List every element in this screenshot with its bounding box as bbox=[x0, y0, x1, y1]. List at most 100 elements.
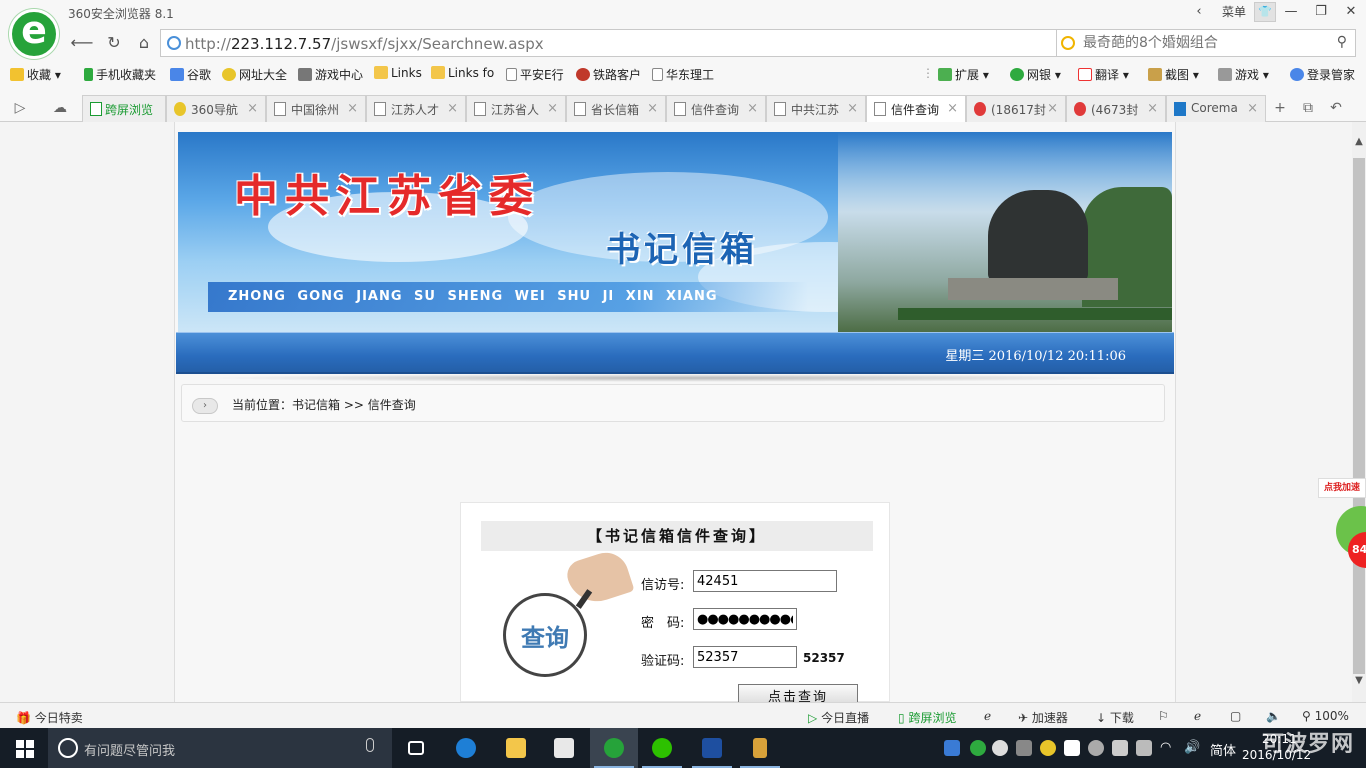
search-icon[interactable]: ⚲ bbox=[1337, 34, 1347, 50]
close-tab-icon[interactable]: × bbox=[347, 101, 358, 116]
bookmark-mobile[interactable]: 手机收藏夹 bbox=[84, 66, 156, 83]
tab-letter-query[interactable]: 信件查询 × bbox=[666, 95, 766, 122]
wifi-icon[interactable]: ◠ bbox=[1160, 740, 1176, 756]
accelerate-label[interactable]: 点我加速 bbox=[1318, 478, 1366, 498]
search-box[interactable]: ⚲ bbox=[1056, 29, 1356, 57]
toolbar-screenshot[interactable]: 截图 ▾ bbox=[1148, 66, 1199, 83]
close-tab-icon[interactable]: × bbox=[247, 101, 258, 116]
bookmark-links-fo[interactable]: Links fo bbox=[431, 66, 494, 80]
browser-mode-icon[interactable]: ℯ bbox=[1194, 709, 1201, 723]
scrollbar-thumb[interactable] bbox=[1353, 158, 1365, 674]
tab-weibo-2[interactable]: (4673封 × bbox=[1066, 95, 1166, 122]
tray-app-icon[interactable] bbox=[1016, 740, 1032, 756]
daily-sale-link[interactable]: 🎁 今日特卖 bbox=[16, 709, 83, 726]
vertical-scrollbar[interactable]: ▲ ▼ bbox=[1352, 122, 1366, 702]
start-button[interactable] bbox=[0, 728, 48, 768]
refresh-button[interactable]: ↻ bbox=[100, 29, 128, 57]
undo-close-icon[interactable]: ↶ bbox=[1324, 96, 1348, 120]
close-tab-icon[interactable]: × bbox=[1247, 101, 1258, 116]
store-app[interactable] bbox=[540, 728, 588, 768]
sidebar-toggle-icon[interactable]: ▷ bbox=[8, 96, 32, 120]
paint-app[interactable] bbox=[736, 728, 784, 768]
close-tab-icon[interactable]: × bbox=[447, 101, 458, 116]
maximize-button[interactable]: ❐ bbox=[1306, 1, 1336, 23]
tray-usb-icon[interactable] bbox=[1064, 740, 1080, 756]
speaker-icon[interactable]: 🔊 bbox=[1184, 740, 1200, 756]
flag-icon[interactable]: ⚐ bbox=[1158, 709, 1169, 723]
tab-letter-query-active[interactable]: 信件查询 × bbox=[866, 95, 966, 123]
close-tab-icon[interactable]: × bbox=[1047, 101, 1058, 116]
scroll-down-icon[interactable]: ▼ bbox=[1352, 675, 1366, 686]
tray-display-icon[interactable] bbox=[1112, 740, 1128, 756]
back-arrow-icon[interactable]: ‹ bbox=[1184, 1, 1214, 23]
toolbar-games[interactable]: 游戏 ▾ bbox=[1218, 66, 1269, 83]
scroll-up-icon[interactable]: ▲ bbox=[1352, 136, 1366, 147]
ie-mode-icon[interactable]: ℯ bbox=[984, 709, 991, 723]
tab-jiangsu-province[interactable]: 江苏省人 × bbox=[466, 95, 566, 122]
browser-logo-icon[interactable] bbox=[9, 8, 59, 59]
tray-shield-icon[interactable] bbox=[970, 740, 986, 756]
tray-360-icon[interactable] bbox=[1040, 740, 1056, 756]
tray-battery-icon[interactable] bbox=[1136, 740, 1152, 756]
tab-jiangsu-talent[interactable]: 江苏人才 × bbox=[366, 95, 466, 122]
toolbar-ebank[interactable]: 网银 ▾ bbox=[1010, 66, 1061, 83]
bookmark-web-directory[interactable]: 网址大全 bbox=[222, 66, 287, 83]
back-button[interactable]: ⟵ bbox=[68, 29, 96, 57]
bookmark-game-center[interactable]: 游戏中心 bbox=[298, 66, 363, 83]
cortana-search[interactable]: 有问题尽管问我 bbox=[48, 728, 392, 768]
window-icon[interactable]: ▢ bbox=[1230, 709, 1241, 723]
search-input[interactable] bbox=[1083, 34, 1323, 52]
close-tab-icon[interactable]: × bbox=[947, 101, 958, 116]
bookmark-links[interactable]: Links bbox=[374, 66, 422, 80]
tab-governor-mailbox[interactable]: 省长信箱 × bbox=[566, 95, 666, 122]
360-browser-app[interactable] bbox=[590, 728, 638, 768]
toolbar-translate[interactable]: 翻译 ▾ bbox=[1078, 66, 1129, 83]
tray-q-icon[interactable] bbox=[944, 740, 960, 756]
bookmark-pingan[interactable]: 平安E行 bbox=[506, 66, 564, 83]
bookmark-favorites[interactable]: 收藏 ▾ bbox=[10, 66, 61, 83]
file-explorer-app[interactable] bbox=[492, 728, 540, 768]
address-bar[interactable]: http://223.112.7.57/jswsxf/sjxx/Searchne… bbox=[160, 29, 1126, 57]
close-tab-icon[interactable]: × bbox=[747, 101, 758, 116]
download-link[interactable]: ↓ 下载 bbox=[1096, 709, 1134, 726]
cloud-icon[interactable]: ☁ bbox=[48, 96, 72, 120]
toolbar-login-manager[interactable]: 登录管家 bbox=[1290, 66, 1355, 83]
bookmark-railway[interactable]: 铁路客户 bbox=[576, 66, 641, 83]
tab-360-nav[interactable]: 360导航 × bbox=[166, 95, 266, 122]
tab-list-icon[interactable]: ⧉ bbox=[1296, 96, 1320, 120]
bookmark-ecust[interactable]: 华东理工 bbox=[652, 66, 714, 83]
task-view-button[interactable] bbox=[392, 728, 440, 768]
live-today-link[interactable]: ▷ 今日直播 bbox=[808, 709, 869, 726]
query-submit-button[interactable]: 点击查询 bbox=[738, 684, 858, 702]
tab-cross-screen[interactable]: 跨屏浏览 bbox=[82, 95, 166, 122]
new-tab-icon[interactable]: + bbox=[1268, 96, 1292, 120]
zoom-level[interactable]: ⚲ 100% bbox=[1302, 709, 1349, 723]
tab-xuzhou[interactable]: 中国徐州 × bbox=[266, 95, 366, 122]
search-engine-icon[interactable] bbox=[1061, 36, 1075, 50]
accelerate-widget[interactable]: 点我加速 84 bbox=[1318, 478, 1366, 578]
toolbar-extensions[interactable]: 扩展 ▾ bbox=[938, 66, 989, 83]
microphone-icon[interactable] bbox=[366, 738, 374, 752]
tray-wechat-icon[interactable] bbox=[992, 740, 1008, 756]
close-tab-icon[interactable]: × bbox=[647, 101, 658, 116]
volume-icon[interactable]: 🔈 bbox=[1266, 709, 1281, 723]
tray-globe-icon[interactable] bbox=[1088, 740, 1104, 756]
edge-app[interactable] bbox=[442, 728, 490, 768]
bookmark-google[interactable]: 谷歌 bbox=[170, 66, 211, 83]
close-tab-icon[interactable]: × bbox=[1147, 101, 1158, 116]
home-button[interactable]: ⌂ bbox=[130, 29, 158, 57]
close-tab-icon[interactable]: × bbox=[847, 101, 858, 116]
url-text[interactable]: http://223.112.7.57/jswsxf/sjxx/Searchne… bbox=[185, 35, 544, 53]
password-input[interactable] bbox=[693, 608, 797, 630]
tab-coremail[interactable]: Corema × bbox=[1166, 95, 1266, 122]
skin-icon[interactable]: 👕 bbox=[1254, 2, 1276, 22]
captcha-input[interactable] bbox=[693, 646, 797, 668]
wps-app[interactable] bbox=[688, 728, 736, 768]
cross-screen-link[interactable]: ▯ 跨屏浏览 bbox=[898, 709, 956, 726]
close-tab-icon[interactable]: × bbox=[547, 101, 558, 116]
menu-button[interactable]: 菜单 bbox=[1214, 1, 1254, 23]
tab-cpc-jiangsu[interactable]: 中共江苏 × bbox=[766, 95, 866, 122]
minimize-button[interactable]: — bbox=[1276, 1, 1306, 23]
accelerator-link[interactable]: ✈ 加速器 bbox=[1018, 709, 1068, 726]
close-button[interactable]: ✕ bbox=[1336, 1, 1366, 23]
